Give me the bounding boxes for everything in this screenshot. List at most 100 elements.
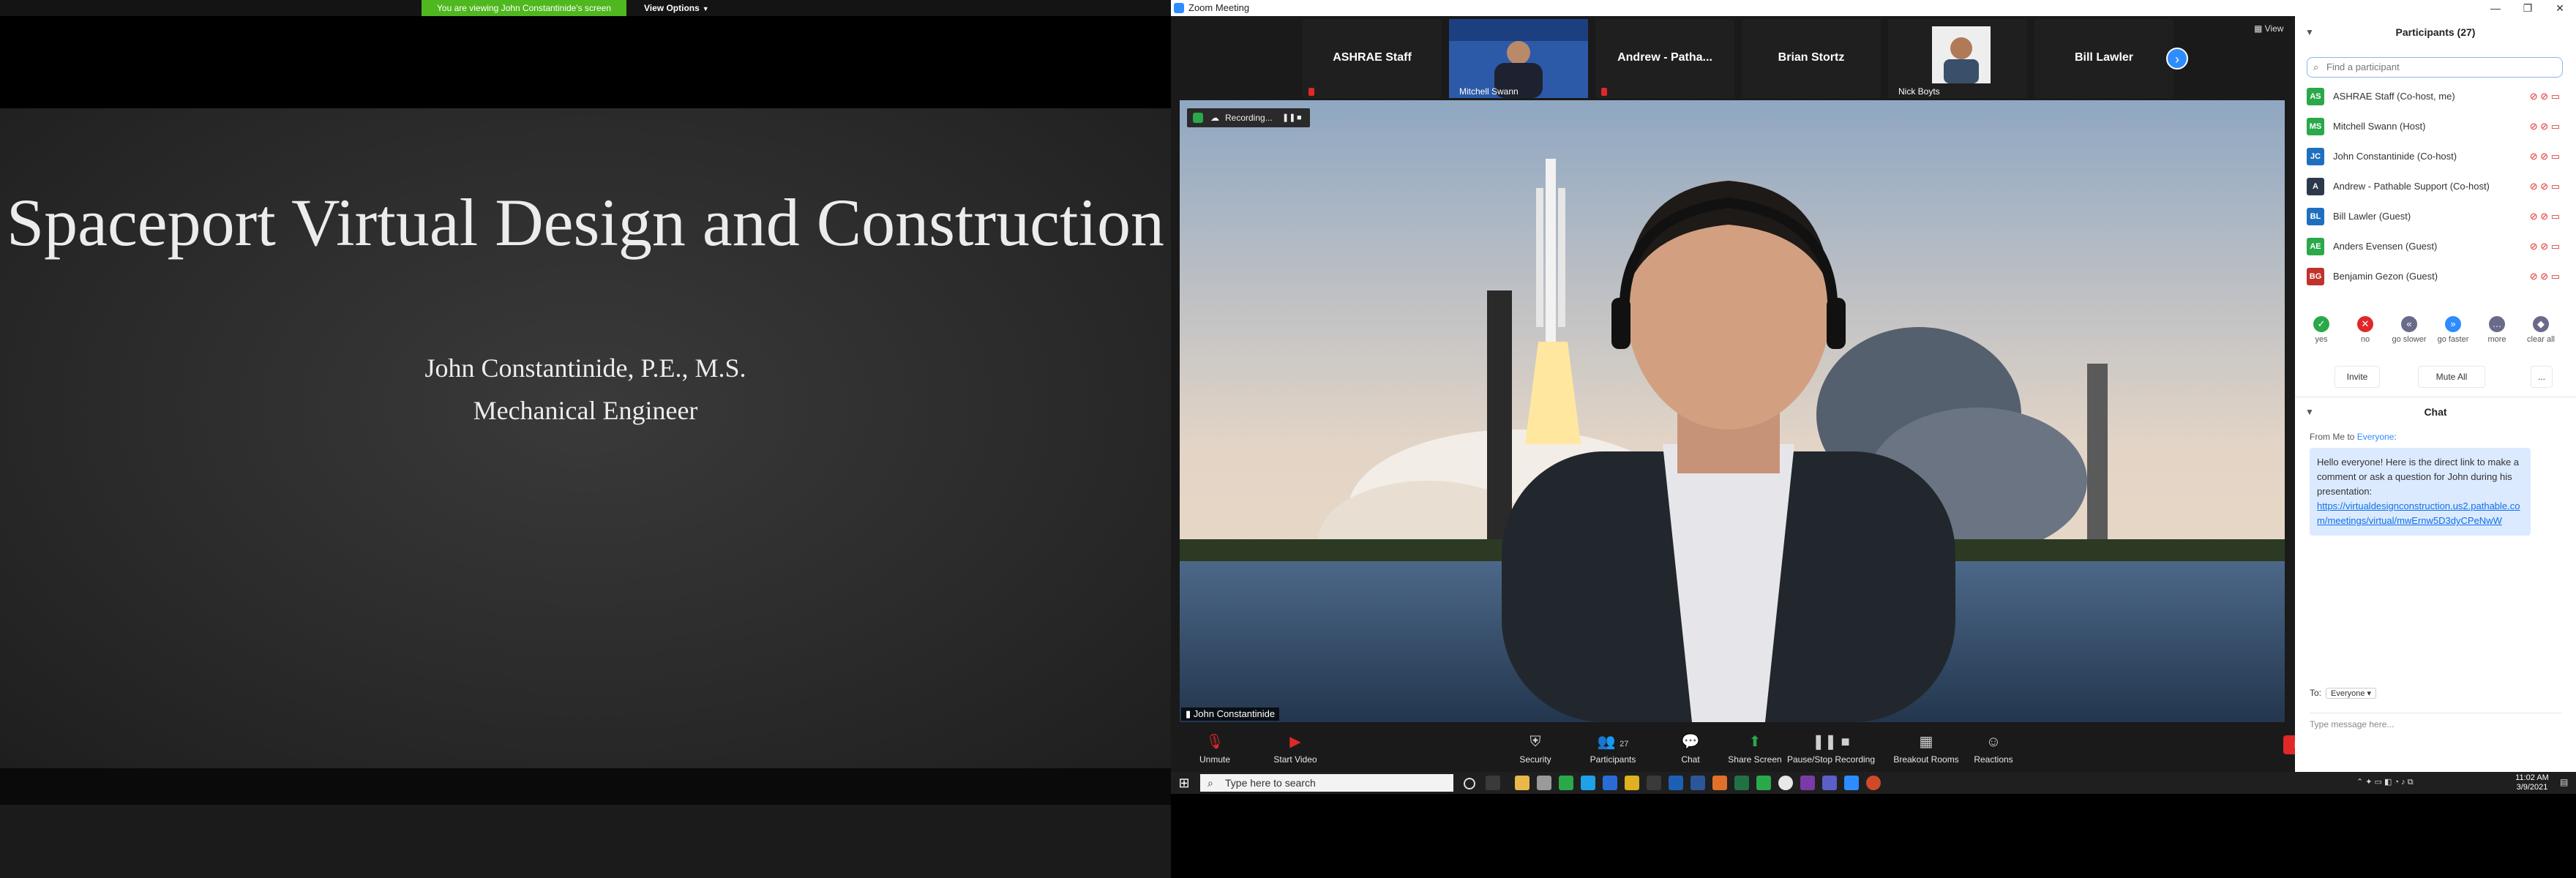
feedback-no-button[interactable]: ✕ no bbox=[2343, 316, 2387, 344]
app-icon[interactable] bbox=[1756, 776, 1771, 790]
invite-button[interactable]: Invite bbox=[2334, 366, 2380, 388]
muted-mic-icon: 🎙 bbox=[1205, 734, 1224, 750]
powerpoint-icon[interactable] bbox=[1866, 776, 1881, 790]
pause-stop-icon: ❚❚ ■ bbox=[1812, 734, 1850, 750]
pause-recording-label: Pause/Stop Recording bbox=[1786, 754, 1876, 765]
feedback-label: go faster bbox=[2437, 335, 2469, 344]
participant-row[interactable]: BL Bill Lawler (Guest) ⊘ ⊘ ▭ bbox=[2307, 202, 2563, 231]
unmute-button[interactable]: 🎙 Unmute bbox=[1171, 732, 1259, 765]
security-button[interactable]: ⛨ Security bbox=[1491, 732, 1579, 765]
task-view-icon[interactable] bbox=[1486, 776, 1500, 790]
onenote-icon[interactable] bbox=[1800, 776, 1815, 790]
participant-row[interactable]: BG Benjamin Gezon (Guest) ⊘ ⊘ ▭ bbox=[2307, 262, 2563, 291]
participant-name: ASHRAE Staff bbox=[1333, 51, 1412, 64]
app-icon[interactable] bbox=[1647, 776, 1661, 790]
feedback-clear-all-button[interactable]: ◆ clear all bbox=[2519, 316, 2563, 344]
edge-icon[interactable] bbox=[1603, 776, 1617, 790]
participants-title: Participants (27) bbox=[2395, 26, 2476, 38]
restore-button[interactable]: ❐ bbox=[2512, 0, 2544, 16]
muted-video-icon: ⊘ ⊘ ▭ bbox=[2529, 181, 2560, 192]
feedback-go-faster-button[interactable]: » go faster bbox=[2431, 316, 2475, 344]
mute-all-button[interactable]: Mute All bbox=[2418, 366, 2485, 388]
shield-icon bbox=[1193, 113, 1203, 123]
chat-message-link[interactable]: https://virtualdesignconstruction.us2.pa… bbox=[2317, 500, 2520, 526]
feedback-yes-button[interactable]: ✓ yes bbox=[2299, 316, 2343, 344]
skype-icon[interactable] bbox=[1581, 776, 1595, 790]
video-off-icon: ▶ bbox=[1289, 734, 1301, 750]
muted-video-icon: ⊘ ⊘ ▭ bbox=[2529, 91, 2560, 102]
chevron-down-icon[interactable]: ▼ bbox=[2305, 397, 2314, 427]
participant-name: Anders Evensen (Guest) bbox=[2333, 241, 2438, 252]
tray-icons[interactable]: ⌃ ✦ ▭ ◧ ◔ ♪ ⧉ bbox=[2356, 777, 2414, 787]
minimize-button[interactable]: — bbox=[2479, 0, 2512, 16]
stop-icon[interactable]: ■ bbox=[1297, 108, 1302, 127]
slide-bottom-bar bbox=[0, 768, 1171, 805]
participant-row[interactable]: JC John Constantinide (Co-host) ⊘ ⊘ ▭ bbox=[2307, 142, 2563, 171]
avatar: A bbox=[2307, 178, 2324, 195]
participants-button[interactable]: 👥 27 Participants bbox=[1569, 732, 1657, 765]
feedback-more-button[interactable]: … more bbox=[2475, 316, 2519, 344]
view-button[interactable]: ▦ View bbox=[2254, 23, 2283, 34]
participant-name: Nick Boyts bbox=[1898, 86, 1940, 97]
taskbar-clock[interactable]: 11:02 AM 3/9/2021 bbox=[2510, 773, 2554, 792]
close-button[interactable]: ✕ bbox=[2544, 0, 2576, 16]
reactions-button[interactable]: ☺ Reactions bbox=[1950, 732, 2037, 765]
excel-icon[interactable] bbox=[1734, 776, 1749, 790]
pause-icon[interactable]: ❚❚ bbox=[1282, 108, 1295, 127]
feedback-icon: … bbox=[2489, 316, 2505, 332]
app-icon[interactable] bbox=[1537, 776, 1551, 790]
start-video-label: Start Video bbox=[1273, 754, 1317, 765]
phone-icon[interactable] bbox=[1669, 776, 1683, 790]
participants-label: Participants bbox=[1590, 754, 1636, 765]
calculator-icon[interactable] bbox=[1559, 776, 1573, 790]
next-page-icon[interactable]: › bbox=[2166, 48, 2188, 70]
windows-start-icon[interactable]: ⊞ bbox=[1177, 776, 1191, 790]
taskbar-search-box[interactable]: ⌕ Type here to search bbox=[1200, 774, 1453, 792]
participant-row[interactable]: A Andrew - Pathable Support (Co-host) ⊘ ⊘ … bbox=[2307, 172, 2563, 201]
outlook-icon[interactable] bbox=[1712, 776, 1727, 790]
zoom-taskbar-icon[interactable] bbox=[1844, 776, 1859, 790]
file-explorer-icon[interactable] bbox=[1515, 776, 1530, 790]
shared-screen-view: You are viewing John Constantinide's scr… bbox=[0, 0, 1171, 878]
participant-row[interactable]: AE Anders Evensen (Guest) ⊘ ⊘ ▭ bbox=[2307, 232, 2563, 261]
recording-indicator: ☁ Recording... ❚❚ ■ bbox=[1187, 108, 1310, 127]
chrome-icon[interactable] bbox=[1778, 776, 1793, 790]
participant-row[interactable]: MS Mitchell Swann (Host) ⊘ ⊘ ▭ bbox=[2307, 112, 2563, 141]
video-tile[interactable]: Brian Stortz bbox=[1742, 19, 1881, 98]
video-tile[interactable]: Mitchell Swann bbox=[1449, 19, 1588, 98]
muted-video-icon: ⊘ ⊘ ▭ bbox=[2529, 151, 2560, 162]
participant-search-input[interactable]: ⌕ Find a participant bbox=[2307, 57, 2563, 78]
feedback-go-slower-button[interactable]: « go slower bbox=[2387, 316, 2431, 344]
recipient-dropdown[interactable]: Everyone ▾ bbox=[2326, 688, 2377, 699]
recipient-dropdown-value: Everyone bbox=[2331, 689, 2365, 698]
chat-to-label: To: bbox=[2310, 688, 2322, 698]
start-video-button[interactable]: ▶ Start Video bbox=[1251, 732, 1339, 765]
zoom-logo-icon bbox=[1174, 3, 1184, 13]
video-tile[interactable]: ASHRAE Staff bbox=[1303, 19, 1442, 98]
cortana-icon[interactable] bbox=[1464, 778, 1475, 789]
notifications-icon[interactable]: ▤ bbox=[2560, 777, 2568, 787]
pause-recording-button[interactable]: ❚❚ ■ Pause/Stop Recording bbox=[1780, 732, 1882, 765]
chat-message-input[interactable]: Type message here... bbox=[2310, 713, 2561, 763]
clock-date: 3/9/2021 bbox=[2516, 783, 2548, 792]
participant-name: Brian Stortz bbox=[1778, 51, 1845, 64]
zoom-window: Zoom Meeting — ❐ ✕ ASHRAE Staff Mitchell… bbox=[1171, 0, 2576, 794]
view-options-button[interactable]: View Options ▼ bbox=[644, 0, 709, 16]
video-tile[interactable]: Nick Boyts bbox=[1888, 19, 2027, 98]
teams-icon[interactable] bbox=[1822, 776, 1837, 790]
more-options-button[interactable]: ... bbox=[2531, 366, 2553, 388]
speaker-name: John Constantinide bbox=[1193, 708, 1276, 719]
slide-role: Mechanical Engineer bbox=[473, 396, 698, 425]
sticky-notes-icon[interactable] bbox=[1625, 776, 1639, 790]
participant-row[interactable]: AS ASHRAE Staff (Co-host, me) ⊘ ⊘ ▭ bbox=[2307, 82, 2563, 111]
window-title: Zoom Meeting bbox=[1188, 2, 1250, 13]
feedback-icon: » bbox=[2445, 316, 2461, 332]
chevron-down-icon[interactable]: ▼ bbox=[2305, 16, 2314, 48]
slide-author: John Constantinide, P.E., M.S. bbox=[424, 353, 746, 383]
participant-name: Mitchell Swann bbox=[1459, 86, 1519, 97]
video-tile[interactable]: Andrew - Patha... bbox=[1595, 19, 1734, 98]
video-tile[interactable]: Bill Lawler bbox=[2034, 19, 2174, 98]
feedback-label: no bbox=[2360, 335, 2370, 344]
word-icon[interactable] bbox=[1690, 776, 1705, 790]
avatar: MS bbox=[2307, 118, 2324, 135]
